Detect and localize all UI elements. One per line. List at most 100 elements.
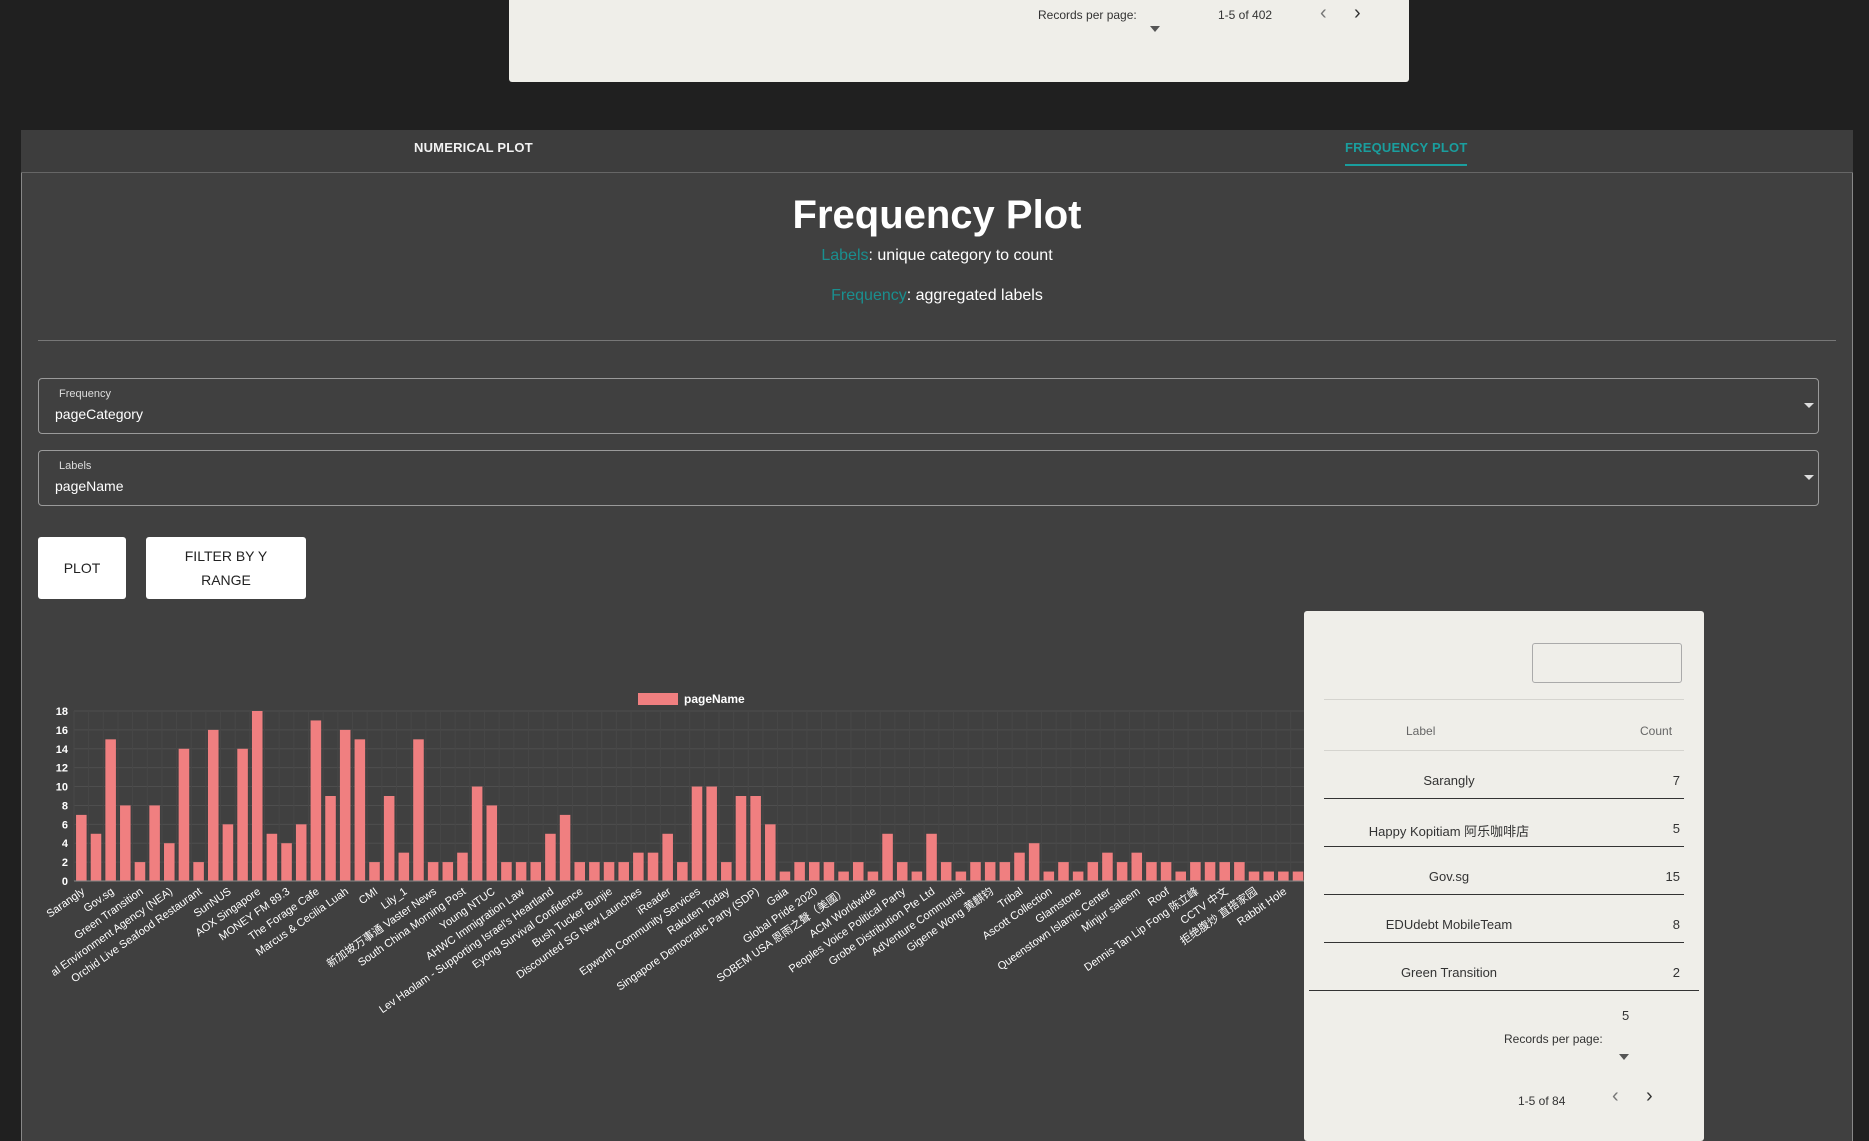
bar <box>1043 871 1055 881</box>
y-tick-label: 12 <box>56 763 68 775</box>
y-tick-label: 10 <box>56 782 68 794</box>
bar <box>281 843 292 881</box>
table-row-label: Happy Kopitiam 阿乐咖啡店 <box>1368 824 1530 839</box>
table-row-label: Gov.sg <box>1428 869 1470 884</box>
row-divider <box>1324 798 1684 799</box>
pagination-range: 1-5 of 402 <box>1218 8 1273 22</box>
bar <box>1219 862 1230 881</box>
legend-swatch <box>638 693 678 705</box>
bar <box>1102 852 1113 881</box>
bar <box>940 862 952 881</box>
records-per-page-dropdown-icon[interactable] <box>1619 1054 1629 1060</box>
search-input[interactable] <box>1532 643 1682 683</box>
row-divider <box>1324 942 1684 943</box>
table-row-count: 15 <box>1665 869 1680 884</box>
bar <box>984 862 996 881</box>
bar <box>310 720 322 881</box>
y-tick-label: 8 <box>62 800 68 812</box>
bar <box>1058 862 1069 881</box>
bar <box>383 796 395 881</box>
labels-select[interactable]: Labels pageName <box>38 450 1819 506</box>
bar <box>1116 862 1128 881</box>
bar <box>559 814 571 881</box>
y-tick-label: 6 <box>62 819 68 831</box>
bar <box>999 862 1011 881</box>
bar <box>911 871 923 881</box>
x-tick-label: Sarangly <box>45 885 88 920</box>
labels-select-label: Labels <box>59 460 92 472</box>
bar <box>398 852 410 881</box>
plot-panel: NUMERICAL PLOT FREQUENCY PLOT Frequency … <box>21 130 1853 1141</box>
page-title: Frequency Plot <box>792 193 1082 237</box>
row-divider <box>1324 846 1684 847</box>
bar <box>471 786 483 881</box>
records-table-footer: Records per page: 1-5 of 402 ‹ › <box>509 0 1409 82</box>
bar <box>970 862 981 881</box>
next-page-icon[interactable]: › <box>1646 1085 1653 1108</box>
bar <box>867 871 879 881</box>
bar <box>222 824 234 881</box>
plot-tabs: NUMERICAL PLOT FREQUENCY PLOT <box>21 130 1853 173</box>
bar <box>1146 862 1157 881</box>
bar <box>618 862 629 881</box>
frequency-desc-text: : aggregated labels <box>906 287 1043 304</box>
bar <box>266 833 278 881</box>
frequency-select[interactable]: Frequency pageCategory <box>38 378 1819 434</box>
bar <box>413 739 424 881</box>
bar <box>457 852 468 881</box>
bar <box>1087 862 1099 881</box>
bar <box>1175 871 1187 881</box>
frequency-select-value: pageCategory <box>55 406 143 422</box>
y-tick-label: 2 <box>62 857 68 869</box>
rows-per-page-value[interactable]: 5 <box>1622 1008 1629 1023</box>
bar <box>149 805 160 881</box>
column-header-count[interactable]: Count <box>1640 724 1672 738</box>
table-row-count: 2 <box>1672 965 1680 980</box>
labels-select-value: pageName <box>55 478 124 494</box>
bar <box>237 748 248 881</box>
bar <box>574 862 586 881</box>
bar <box>706 786 717 881</box>
labels-term: Labels <box>821 247 869 264</box>
bar <box>779 871 791 881</box>
bar <box>603 862 615 881</box>
bar <box>427 862 439 881</box>
bar <box>164 843 175 881</box>
table-row-label: EDUdebt MobileTeam <box>1385 917 1513 932</box>
column-header-label[interactable]: Label <box>1406 724 1435 738</box>
bar <box>838 871 849 881</box>
y-tick-label: 0 <box>62 876 68 888</box>
bar <box>794 862 805 881</box>
frequency-plot-content: Frequency Plot Labels: unique category t… <box>21 173 1853 1141</box>
chevron-down-icon <box>1804 475 1814 480</box>
y-tick-label: 18 <box>56 706 68 718</box>
plot-button[interactable]: PLOT <box>38 537 126 599</box>
tab-frequency-plot[interactable]: FREQUENCY PLOT <box>1345 140 1468 166</box>
bar <box>896 862 908 881</box>
bar <box>955 871 967 881</box>
bar <box>1204 862 1216 881</box>
bar <box>339 729 351 881</box>
bar <box>251 711 263 881</box>
bar <box>647 852 659 881</box>
next-page-icon[interactable]: › <box>1354 2 1361 25</box>
frequency-select-label: Frequency <box>59 388 111 400</box>
previous-page-icon[interactable]: ‹ <box>1612 1085 1619 1108</box>
bar <box>882 833 893 881</box>
records-per-page-dropdown-icon[interactable] <box>1150 26 1160 32</box>
tab-numerical-plot[interactable]: NUMERICAL PLOT <box>414 140 533 155</box>
bar <box>823 862 835 881</box>
filter-by-y-range-button[interactable]: FILTER BY Y RANGE <box>146 537 306 599</box>
header-divider <box>1324 750 1684 751</box>
bar <box>1278 871 1289 881</box>
bar <box>1160 862 1172 881</box>
table-row-count: 8 <box>1672 917 1680 932</box>
y-tick-label: 16 <box>56 725 68 737</box>
bar <box>369 862 380 881</box>
legend-label: pageName <box>684 692 745 706</box>
bar <box>530 862 542 881</box>
chevron-down-icon <box>1804 403 1814 408</box>
table-row-count: 5 <box>1672 821 1680 836</box>
records-per-page-label: Records per page: <box>1038 8 1137 22</box>
previous-page-icon[interactable]: ‹ <box>1320 2 1327 25</box>
